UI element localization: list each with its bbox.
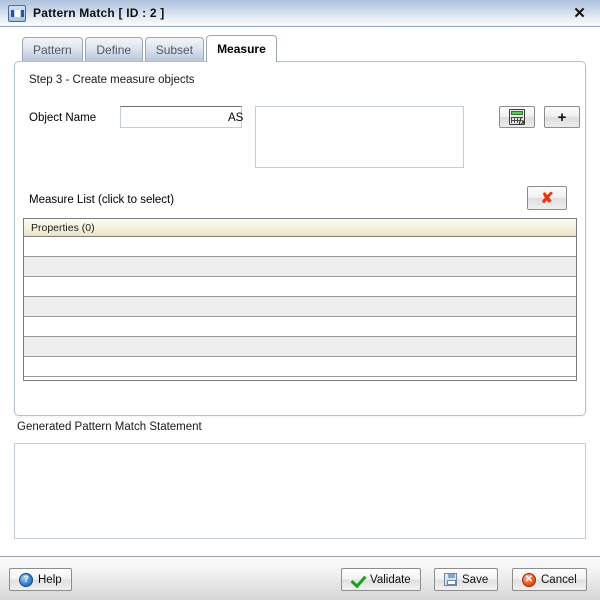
- step-title: Step 3 - Create measure objects: [29, 74, 195, 86]
- tab-define[interactable]: Define: [84, 37, 143, 61]
- expression-builder-button[interactable]: fx: [499, 106, 535, 128]
- window-titlebar: Pattern Match [ ID : 2 ] ✕: [0, 0, 600, 27]
- tab-bar: Pattern Define Subset Measure: [0, 32, 600, 62]
- table-row[interactable]: [24, 297, 576, 317]
- table-header-properties: Properties (0): [24, 219, 576, 237]
- dialog-footer: ? Help Validate Save ✕ Cancel: [0, 556, 600, 600]
- calculator-fx-icon: fx: [509, 109, 525, 125]
- generated-statement-textarea[interactable]: [14, 443, 586, 539]
- floppy-disk-icon: [444, 573, 457, 586]
- add-measure-button[interactable]: +: [544, 106, 580, 128]
- table-row[interactable]: [24, 357, 576, 377]
- generated-statement-label: Generated Pattern Match Statement: [17, 421, 202, 433]
- close-icon[interactable]: ✕: [570, 4, 589, 23]
- validate-button[interactable]: Validate: [341, 568, 421, 591]
- checkmark-icon: [351, 573, 365, 587]
- object-name-label: Object Name: [29, 112, 97, 124]
- tab-measure[interactable]: Measure: [206, 35, 277, 62]
- measure-list-label: Measure List (click to select): [29, 194, 175, 206]
- object-name-input[interactable]: [120, 106, 242, 128]
- help-icon: ?: [19, 572, 33, 587]
- table-row[interactable]: [24, 257, 576, 277]
- cancel-button-label: Cancel: [541, 573, 577, 586]
- validate-button-label: Validate: [370, 573, 411, 586]
- object-name-row: Object Name AS fx +: [29, 106, 580, 168]
- help-button-label: Help: [38, 573, 62, 586]
- cancel-button[interactable]: ✕ Cancel: [512, 568, 587, 591]
- delete-measure-button[interactable]: ✘: [527, 186, 567, 210]
- table-row[interactable]: [24, 237, 576, 257]
- help-button[interactable]: ? Help: [9, 568, 72, 591]
- table-row[interactable]: [24, 337, 576, 357]
- save-button[interactable]: Save: [434, 568, 499, 591]
- window-icon: [8, 4, 26, 22]
- as-label: AS: [228, 112, 244, 124]
- cancel-x-icon: ✕: [522, 572, 536, 587]
- tab-pattern[interactable]: Pattern: [22, 37, 83, 61]
- save-button-label: Save: [462, 573, 489, 586]
- measure-list-table[interactable]: Properties (0): [23, 218, 577, 381]
- as-expression-textarea[interactable]: [255, 106, 464, 168]
- window-title: Pattern Match [ ID : 2 ]: [33, 6, 165, 20]
- tab-subset[interactable]: Subset: [144, 37, 205, 61]
- measure-panel: Step 3 - Create measure objects Object N…: [14, 61, 586, 416]
- table-row[interactable]: [24, 317, 576, 337]
- red-x-icon: ✘: [540, 189, 554, 207]
- table-row[interactable]: [24, 277, 576, 297]
